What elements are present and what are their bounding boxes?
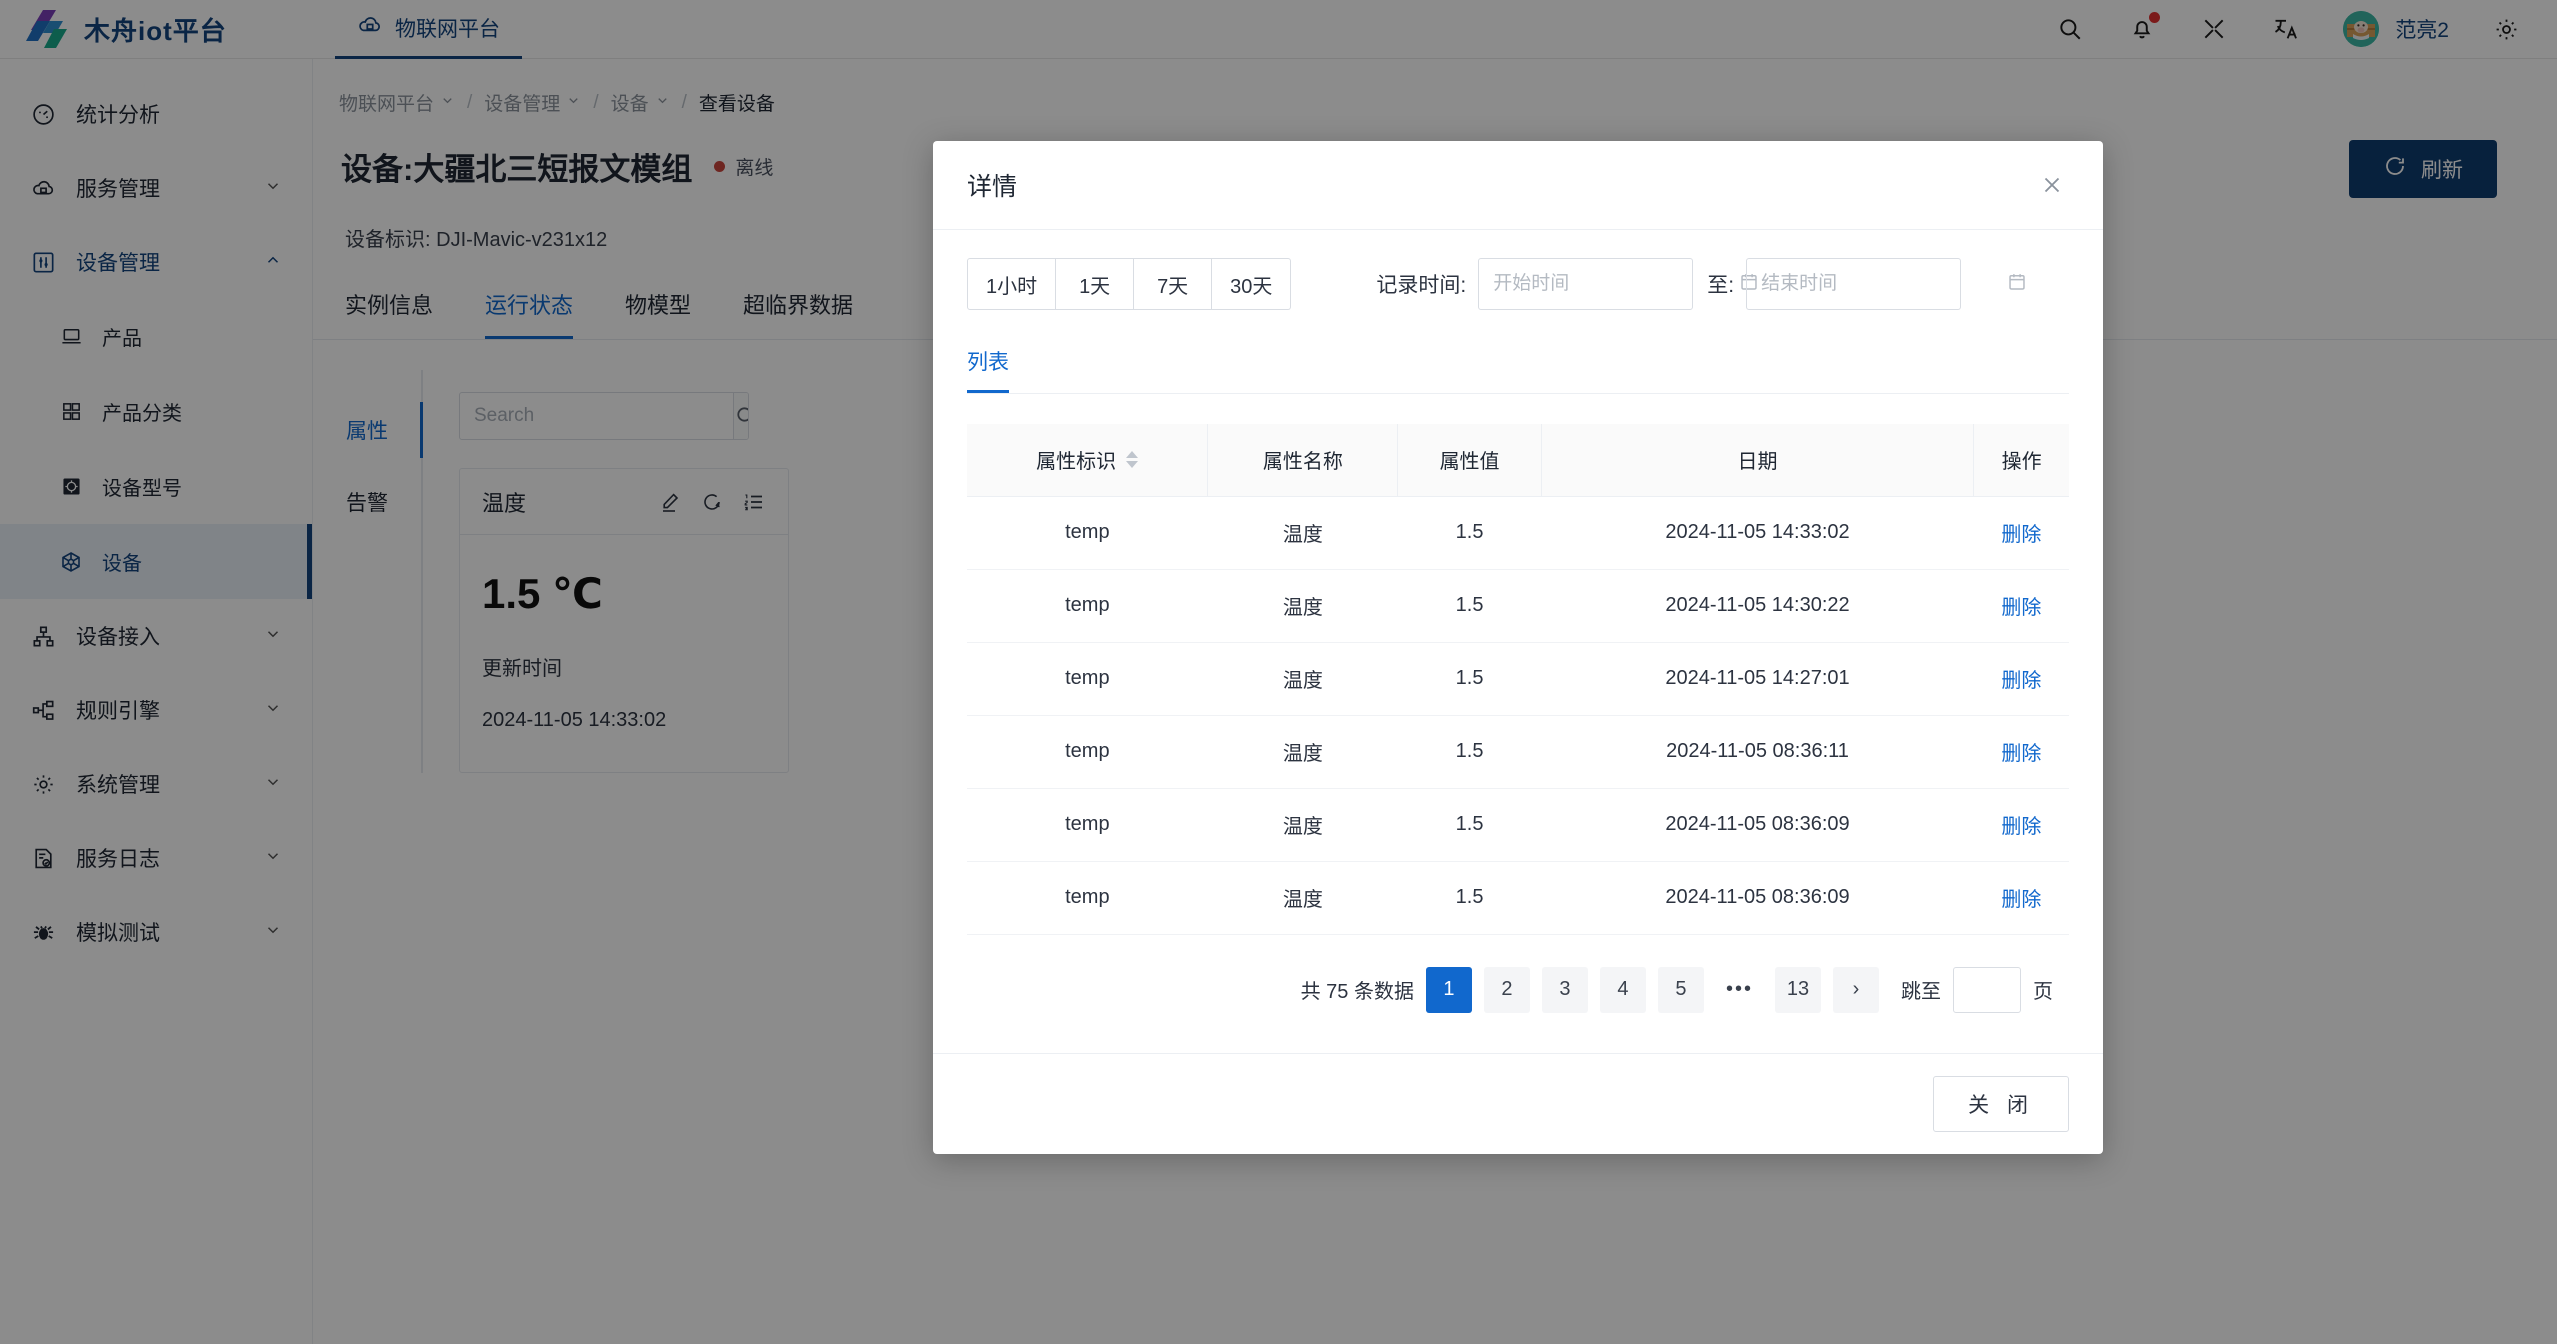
next-page-icon[interactable]: › — [1833, 966, 1879, 1013]
page-button-13[interactable]: 13 — [1775, 966, 1821, 1013]
range-30days-button[interactable]: 30天 — [1212, 258, 1292, 310]
cell-date: 2024-11-05 14:33:02 — [1541, 496, 1974, 570]
time-range-segmented: 1小时 1天 7天 30天 — [967, 258, 1292, 310]
cell-date: 2024-11-05 08:36:09 — [1541, 861, 1974, 935]
detail-table: 属性标识 属性名称 属性值 日期 操作 temp 温度 1.5 2024-11-… — [967, 424, 2069, 935]
start-time-field[interactable] — [1478, 258, 1757, 310]
table-row: temp 温度 1.5 2024-11-05 14:33:02 删除 — [967, 496, 2069, 570]
cell-attribute-value: 1.5 — [1397, 569, 1542, 643]
jump-page-input[interactable] — [1953, 966, 2021, 1013]
column-header-attribute-name: 属性名称 — [1207, 424, 1398, 497]
cell-attribute-id: temp — [967, 496, 1208, 570]
range-1day-button[interactable]: 1天 — [1056, 258, 1135, 310]
table-row: temp 温度 1.5 2024-11-05 08:36:11 删除 — [967, 715, 2069, 789]
end-time-input[interactable] — [1761, 273, 2007, 295]
cell-action: 删除 — [1973, 788, 2069, 862]
modal-header: 详情 — [933, 141, 2103, 230]
modal-footer: 关 闭 — [933, 1052, 2103, 1154]
delete-link[interactable]: 删除 — [2001, 816, 2041, 838]
sort-icon[interactable] — [1126, 451, 1139, 469]
pagination-ellipsis: ••• — [1725, 978, 1753, 1000]
cell-action: 删除 — [1973, 861, 2069, 935]
jump-label: 跳至 — [1901, 981, 1941, 1003]
cell-attribute-value: 1.5 — [1397, 496, 1542, 570]
page-button-4[interactable]: 4 — [1599, 966, 1646, 1013]
detail-modal: 详情 1小时 1天 7天 30天 记录时间: 开始时间 至: 结束时间 列表 属… — [933, 141, 2103, 1154]
modal-body: 1小时 1天 7天 30天 记录时间: 至: — [933, 230, 2103, 1053]
column-header-attribute-id[interactable]: 属性标识 — [967, 424, 1208, 497]
cell-date: 2024-11-05 08:36:09 — [1541, 788, 1974, 862]
delete-link[interactable]: 删除 — [2001, 889, 2041, 911]
delete-link[interactable]: 删除 — [2001, 597, 2041, 619]
record-time-range: 记录时间: 至: — [1376, 258, 2025, 310]
delete-link[interactable]: 删除 — [2001, 670, 2041, 692]
filter-row: 1小时 1天 7天 30天 记录时间: 至: — [967, 258, 2069, 310]
page-button-1[interactable]: 1 — [1425, 966, 1472, 1013]
cell-attribute-value: 1.5 — [1397, 788, 1542, 862]
page-unit-label: 页 — [2033, 981, 2053, 1003]
cell-attribute-id: temp — [967, 861, 1208, 935]
cell-action: 删除 — [1973, 569, 2069, 643]
cell-date: 2024-11-05 14:27:01 — [1541, 642, 1974, 716]
table-body: temp 温度 1.5 2024-11-05 14:33:02 删除 temp … — [967, 496, 2069, 935]
table-row: temp 温度 1.5 2024-11-05 14:30:22 删除 — [967, 569, 2069, 643]
column-header-date: 日期 — [1540, 424, 1974, 497]
delete-link[interactable]: 删除 — [2001, 524, 2041, 546]
page-button-2[interactable]: 2 — [1483, 966, 1530, 1013]
start-time-input[interactable] — [1493, 273, 1739, 295]
column-label: 属性标识 — [1036, 451, 1117, 474]
table-row: temp 温度 1.5 2024-11-05 08:36:09 删除 — [967, 788, 2069, 862]
column-header-attribute-value: 属性值 — [1397, 424, 1542, 497]
modal-title: 详情 — [967, 173, 1018, 201]
table-head: 属性标识 属性名称 属性值 日期 操作 — [967, 424, 2069, 497]
cell-attribute-name: 温度 — [1207, 496, 1398, 570]
cell-attribute-value: 1.5 — [1397, 642, 1542, 716]
cell-attribute-id: temp — [967, 715, 1208, 789]
cell-attribute-name: 温度 — [1207, 788, 1398, 862]
page-button-3[interactable]: 3 — [1541, 966, 1588, 1013]
pagination: 共 75 条数据 1 2 3 4 5 ••• 13 › 跳至 页 — [967, 935, 2069, 1053]
cell-attribute-id: temp — [967, 642, 1208, 716]
close-icon[interactable] — [2035, 168, 2069, 202]
cell-attribute-name: 温度 — [1207, 642, 1398, 716]
page-root: 木舟iot平台 物联网平台 范亮2 统计分析 服务管理 设备管理 产品 产品分类… — [0, 0, 2557, 1344]
cell-action: 删除 — [1973, 642, 2069, 716]
page-button-5[interactable]: 5 — [1657, 966, 1704, 1013]
calendar-icon — [2006, 271, 2028, 298]
cell-date: 2024-11-05 14:30:22 — [1541, 569, 1974, 643]
range-to-label: 至: — [1707, 274, 1735, 297]
record-time-label: 记录时间: — [1376, 274, 1467, 297]
cell-action: 删除 — [1973, 715, 2069, 789]
cell-attribute-id: temp — [967, 788, 1208, 862]
close-button[interactable]: 关 闭 — [1933, 1075, 2069, 1132]
cell-attribute-name: 温度 — [1207, 715, 1398, 789]
table-header-row: 属性标识 属性名称 属性值 日期 操作 — [967, 424, 2069, 497]
cell-attribute-value: 1.5 — [1397, 861, 1542, 935]
column-header-action: 操作 — [1973, 424, 2069, 497]
cell-attribute-name: 温度 — [1207, 569, 1398, 643]
cell-date: 2024-11-05 08:36:11 — [1541, 715, 1974, 789]
delete-link[interactable]: 删除 — [2001, 743, 2041, 765]
tab-list[interactable]: 列表 — [967, 346, 1009, 393]
cell-attribute-value: 1.5 — [1397, 715, 1542, 789]
table-row: temp 温度 1.5 2024-11-05 08:36:09 删除 — [967, 861, 2069, 935]
end-time-field[interactable] — [1746, 258, 2025, 310]
cell-attribute-id: temp — [967, 569, 1208, 643]
cell-action: 删除 — [1973, 496, 2069, 570]
modal-tabs: 列表 — [967, 346, 2069, 394]
pagination-total: 共 75 条数据 — [1300, 981, 1414, 1003]
table-row: temp 温度 1.5 2024-11-05 14:27:01 删除 — [967, 642, 2069, 716]
cell-attribute-name: 温度 — [1207, 861, 1398, 935]
range-1hour-button[interactable]: 1小时 — [967, 258, 1057, 310]
range-7days-button[interactable]: 7天 — [1134, 258, 1213, 310]
